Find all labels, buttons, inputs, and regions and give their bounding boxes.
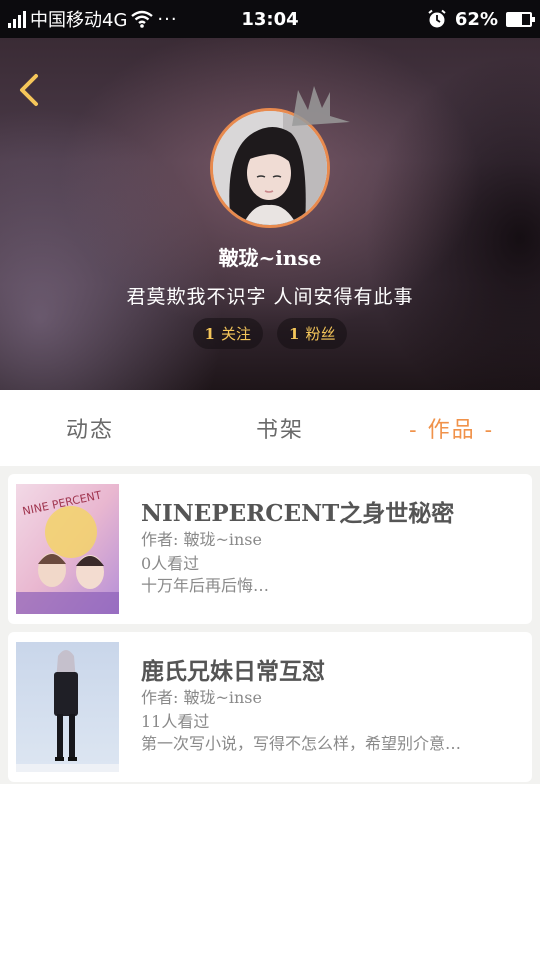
profile-header: 鞁珑~inse 君莫欺我不识字 人间安得有此事 1 关注 1 粉丝: [0, 38, 540, 390]
followers-label: 粉丝: [305, 325, 336, 343]
book-cover[interactable]: NINE PERCENT: [16, 484, 119, 614]
empty-area: [0, 784, 540, 960]
work-author: 作者: 鞁珑~inse: [141, 688, 262, 707]
work-description: 第一次写小说，写得不怎么样，希望别介意…: [141, 734, 462, 753]
more-dots: ···: [157, 8, 178, 30]
works-list: NINE PERCENT NINEPERCENT之身世秘密 作者: 鞁珑~ins…: [0, 466, 540, 784]
tab-bar: 动态 书架 - 作品 -: [0, 390, 540, 466]
tab-activity[interactable]: 动态: [0, 390, 209, 466]
followers-count: 1: [289, 324, 300, 343]
username: 鞁珑~inse: [218, 246, 322, 270]
following-label: 关注: [220, 325, 251, 343]
battery-percent: 62%: [454, 8, 498, 30]
stats-row: 1 关注 1 粉丝: [0, 318, 540, 349]
work-views: 0人看过: [141, 554, 200, 573]
work-title[interactable]: NINEPERCENT之身世秘密: [141, 494, 454, 528]
work-author: 作者: 鞁珑~inse: [141, 530, 262, 549]
back-button[interactable]: [12, 70, 48, 110]
signature: 君莫欺我不识字 人间安得有此事: [126, 286, 414, 308]
tab-works[interactable]: - 作品 -: [351, 390, 540, 466]
work-card[interactable]: NINE PERCENT NINEPERCENT之身世秘密 作者: 鞁珑~ins…: [8, 474, 532, 624]
work-views: 11人看过: [141, 712, 210, 731]
battery-icon: [506, 11, 535, 27]
following-button[interactable]: 1 关注: [192, 318, 263, 349]
tab-bookshelf[interactable]: 书架: [209, 390, 352, 466]
wifi-icon: [131, 10, 154, 28]
carrier-label: 中国移动4G: [30, 10, 128, 31]
alarm-icon: [428, 9, 446, 28]
book-cover-image: [16, 642, 119, 772]
work-description: 十万年后再后悔…: [141, 576, 270, 595]
book-cover[interactable]: [16, 642, 119, 772]
work-card[interactable]: 鹿氏兄妹日常互怼 作者: 鞁珑~inse 11人看过 第一次写小说，写得不怎么样…: [8, 632, 532, 782]
followers-button[interactable]: 1 粉丝: [277, 318, 348, 349]
status-bar: 中国移动4G ··· 13:04 62%: [0, 0, 540, 38]
avatar-container[interactable]: [210, 86, 350, 228]
book-cover-image: NINE PERCENT: [16, 484, 119, 614]
following-count: 1: [204, 324, 215, 343]
work-title[interactable]: 鹿氏兄妹日常互怼: [141, 652, 325, 686]
crown-icon: [292, 86, 350, 126]
signal-icon: [8, 10, 26, 28]
